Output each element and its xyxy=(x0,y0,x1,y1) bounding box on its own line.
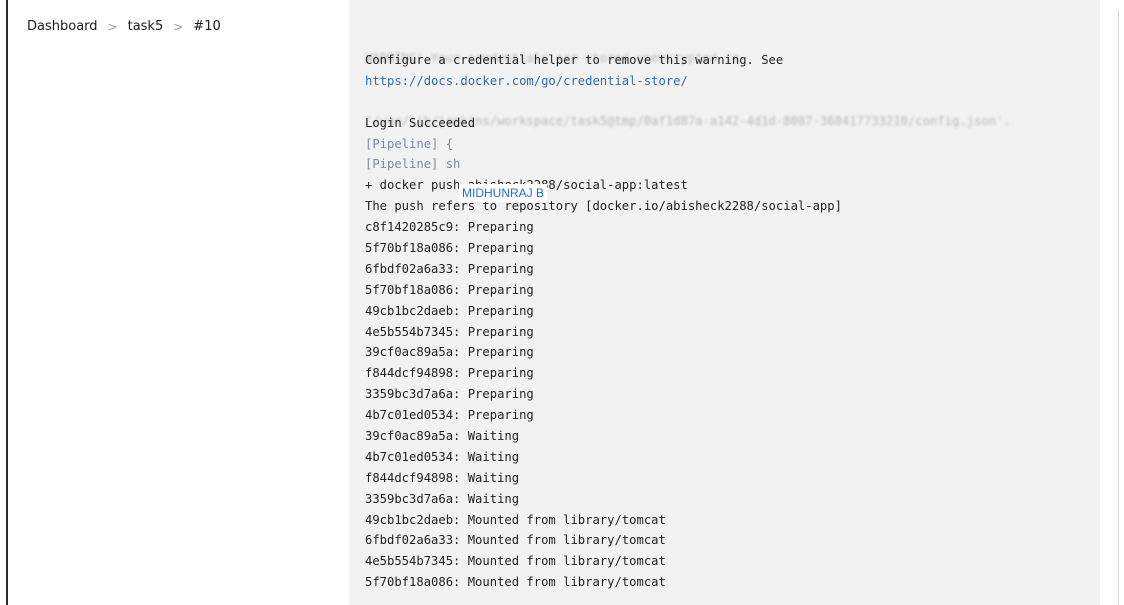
console-line: The push refers to repository [docker.io… xyxy=(365,199,842,214)
breadcrumb-separator-icon: > xyxy=(173,19,184,34)
console-line: [Pipeline] { xyxy=(365,136,454,151)
left-border xyxy=(6,0,8,605)
console-line: + docker push abisheck2288/social-app:la… xyxy=(365,178,688,193)
console-output: WARNING! Your credentials are stored une… xyxy=(349,0,1100,605)
console-line: Login Succeeded xyxy=(365,115,476,130)
breadcrumb: Dashboard > task5 > #10 xyxy=(27,19,221,34)
console-line: Configure a credential helper to remove … xyxy=(365,53,784,67)
console-line: 4e5b554b7345: Preparing xyxy=(365,324,534,339)
console-line: 4b7c01ed0534: Preparing xyxy=(365,408,534,423)
console-line: 5f70bf18a086: Preparing xyxy=(365,282,534,297)
console-line: c8f1420285c9: Preparing xyxy=(365,220,534,235)
console-line: 49cb1bc2daeb: Mounted from library/tomca… xyxy=(365,512,666,527)
console-line: 39cf0ac89a5a: Waiting xyxy=(365,429,520,444)
user-tooltip: MIDHUNRAJ B xyxy=(459,184,548,202)
jenkins-console-page: Dashboard > task5 > #10 WARNING! Your cr… xyxy=(0,0,1124,605)
console-line: f844dcf94898: Waiting xyxy=(365,470,520,485)
breadcrumb-separator-icon: > xyxy=(107,19,118,34)
breadcrumb-dashboard[interactable]: Dashboard xyxy=(27,19,98,34)
console-link[interactable]: https://docs.docker.com/go/credential-st… xyxy=(365,71,842,92)
breadcrumb-job[interactable]: task5 xyxy=(128,19,164,34)
console-line: 3359bc3d7a6a: Preparing xyxy=(365,387,534,402)
console-line: 3359bc3d7a6a: Waiting xyxy=(365,491,520,506)
console-line: f844dcf94898: Preparing xyxy=(365,366,534,381)
console-line: 6fbdf02a6a33: Preparing xyxy=(365,261,534,276)
console-line: 4b7c01ed0534: Waiting xyxy=(365,449,520,464)
console-line: 39cf0ac89a5a: Preparing xyxy=(365,345,534,360)
console-line: 6fbdf02a6a33: Mounted from library/tomca… xyxy=(365,533,666,548)
console-line: 5f70bf18a086: Preparing xyxy=(365,241,534,256)
console-line: 5f70bf18a086: Mounted from library/tomca… xyxy=(365,575,666,590)
breadcrumb-build[interactable]: #10 xyxy=(193,19,220,34)
console-lines: Configure a credential helper to remove … xyxy=(365,50,842,593)
right-divider xyxy=(1118,10,1119,605)
console-line: 4e5b554b7345: Mounted from library/tomca… xyxy=(365,554,666,569)
console-line: [Pipeline] sh xyxy=(365,157,461,172)
console-line: 49cb1bc2daeb: Preparing xyxy=(365,303,534,318)
